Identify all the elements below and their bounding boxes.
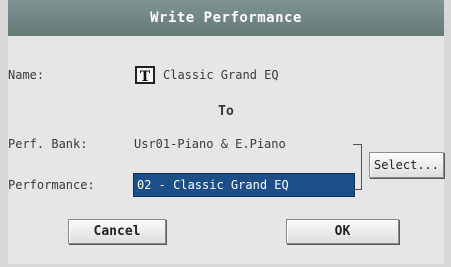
- dialog-title: Write Performance: [8, 0, 444, 36]
- name-label: Name:: [8, 68, 45, 82]
- select-button[interactable]: Select...: [369, 152, 444, 178]
- performance-label: Performance:: [8, 178, 95, 192]
- ok-button[interactable]: OK: [286, 219, 399, 244]
- perf-bank-label: Perf. Bank:: [8, 137, 88, 151]
- name-value: Classic Grand EQ: [163, 68, 279, 82]
- write-performance-dialog: Write Performance Name: T Classic Grand …: [8, 0, 444, 264]
- to-label: To: [218, 104, 234, 119]
- perf-bank-value[interactable]: Usr01-Piano & E.Piano: [134, 137, 286, 151]
- selection-bracket: [353, 144, 362, 190]
- cancel-button[interactable]: Cancel: [68, 219, 166, 244]
- performance-field[interactable]: 02 - Classic Grand EQ: [133, 173, 355, 197]
- text-edit-icon[interactable]: T: [135, 66, 155, 85]
